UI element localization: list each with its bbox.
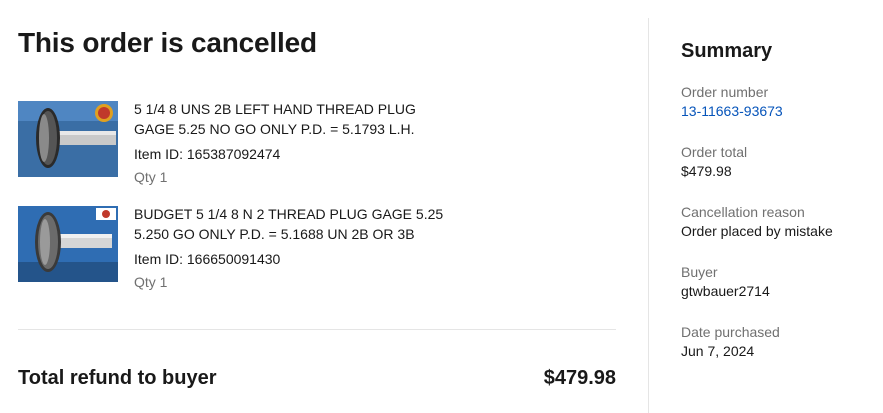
- item-title-link[interactable]: 5 1/4 8 UNS 2B LEFT HAND THREAD PLUG GAG…: [134, 99, 444, 139]
- refund-total-row: Total refund to buyer $479.98: [18, 364, 616, 392]
- cancellation-reason-value: Order placed by mistake: [681, 223, 833, 239]
- refund-total-label: Total refund to buyer: [18, 367, 217, 389]
- item-photo: [18, 101, 118, 177]
- order-total-value: $479.98: [681, 163, 732, 179]
- item-quantity: Qty 1: [134, 274, 168, 290]
- item-id: Item ID: 165387092474: [134, 146, 281, 162]
- buyer-field: Buyer gtwbauer2714: [681, 263, 881, 301]
- item-quantity: Qty 1: [134, 169, 168, 185]
- refund-total-value: $479.98: [543, 367, 616, 389]
- order-number-field: Order number 13-11663-93673: [681, 83, 881, 121]
- item-thumbnail[interactable]: [18, 206, 118, 282]
- page-title: This order is cancelled: [18, 27, 317, 58]
- panel-divider: [648, 18, 649, 413]
- date-purchased-field: Date purchased Jun 7, 2024: [681, 323, 881, 361]
- field-label: Buyer: [681, 264, 718, 280]
- order-total-field: Order total $479.98: [681, 143, 881, 181]
- item-details: BUDGET 5 1/4 8 N 2 THREAD PLUG GAGE 5.25…: [134, 206, 444, 292]
- field-label: Order total: [681, 144, 748, 160]
- summary-title: Summary: [681, 40, 773, 62]
- buyer-value: gtwbauer2714: [681, 283, 770, 299]
- order-number-link[interactable]: 13-11663-93673: [681, 102, 881, 121]
- field-label: Date purchased: [681, 324, 780, 340]
- item-id: Item ID: 166650091430: [134, 251, 281, 267]
- cancellation-reason-field: Cancellation reason Order placed by mist…: [681, 203, 881, 241]
- item-details: 5 1/4 8 UNS 2B LEFT HAND THREAD PLUG GAG…: [134, 101, 444, 187]
- date-purchased-value: Jun 7, 2024: [681, 343, 755, 359]
- section-divider: [18, 329, 616, 330]
- order-main-panel: This order is cancelled 5 1/4 8 UNS 2B L…: [18, 0, 616, 413]
- order-cancelled-page: This order is cancelled 5 1/4 8 UNS 2B L…: [0, 0, 883, 413]
- item-photo: [18, 206, 118, 282]
- item-title-link[interactable]: BUDGET 5 1/4 8 N 2 THREAD PLUG GAGE 5.25…: [134, 204, 444, 244]
- item-thumbnail[interactable]: [18, 101, 118, 177]
- field-label: Cancellation reason: [681, 204, 805, 220]
- field-label: Order number: [681, 84, 769, 100]
